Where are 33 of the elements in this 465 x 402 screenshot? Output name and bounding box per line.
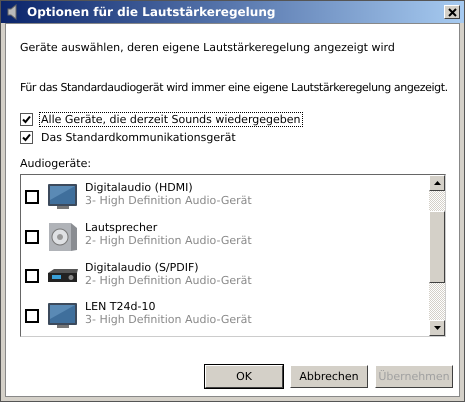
device-name: Digitalaudio (S/PDIF) xyxy=(85,260,200,274)
checkbox[interactable] xyxy=(25,190,39,204)
instruction-text: Geräte auswählen, deren eigene Lautstärkeregelung angezeigt wird xyxy=(20,41,396,54)
scroll-down-button[interactable] xyxy=(429,320,445,336)
close-icon xyxy=(448,8,456,16)
scroll-thumb[interactable] xyxy=(429,211,445,283)
up-arrow-icon xyxy=(434,181,440,185)
checkbox[interactable] xyxy=(25,230,39,244)
dialog-button[interactable]: OK xyxy=(205,365,283,388)
list-label: Audiogeräte: xyxy=(20,157,92,170)
device-description: 2- High Definition Audio-Gerät xyxy=(85,234,252,247)
checkbox-label[interactable]: Alle Geräte, die derzeit Sounds wiedergegeben xyxy=(39,112,302,127)
checkbox[interactable] xyxy=(25,269,39,284)
checkbox[interactable] xyxy=(25,309,39,324)
device-description: 2- High Definition Audio-Gerät xyxy=(85,274,252,286)
scrollbar[interactable] xyxy=(429,175,445,336)
down-arrow-icon xyxy=(434,326,440,330)
device-name: LEN T24d-10 xyxy=(85,300,156,314)
dialog-button[interactable]: Abbrechen xyxy=(290,365,368,388)
window-title: Optionen für die Lautstärkeregelung xyxy=(27,5,276,19)
checkbox[interactable] xyxy=(20,131,33,144)
scroll-up-button[interactable] xyxy=(429,175,445,191)
device-name: Digitalaudio (HDMI) xyxy=(85,181,194,194)
checkbox[interactable] xyxy=(20,113,33,126)
device-name: Lautsprecher xyxy=(85,220,158,234)
note-text: Für das Standardaudiogerät wird immer eine eigene Lautstärkeregelung angezeigt. xyxy=(20,81,449,94)
speaker-icon xyxy=(47,222,79,252)
device-description: 3- High Definition Audio-Gerät xyxy=(85,194,252,207)
checkbox-label[interactable]: Das Standardkommunikationsgerät xyxy=(39,130,238,145)
device-description: 3- High Definition Audio-Gerät xyxy=(85,313,252,326)
close-button[interactable] xyxy=(444,5,460,19)
speaker-icon xyxy=(7,4,19,20)
monitor-icon xyxy=(47,182,79,212)
